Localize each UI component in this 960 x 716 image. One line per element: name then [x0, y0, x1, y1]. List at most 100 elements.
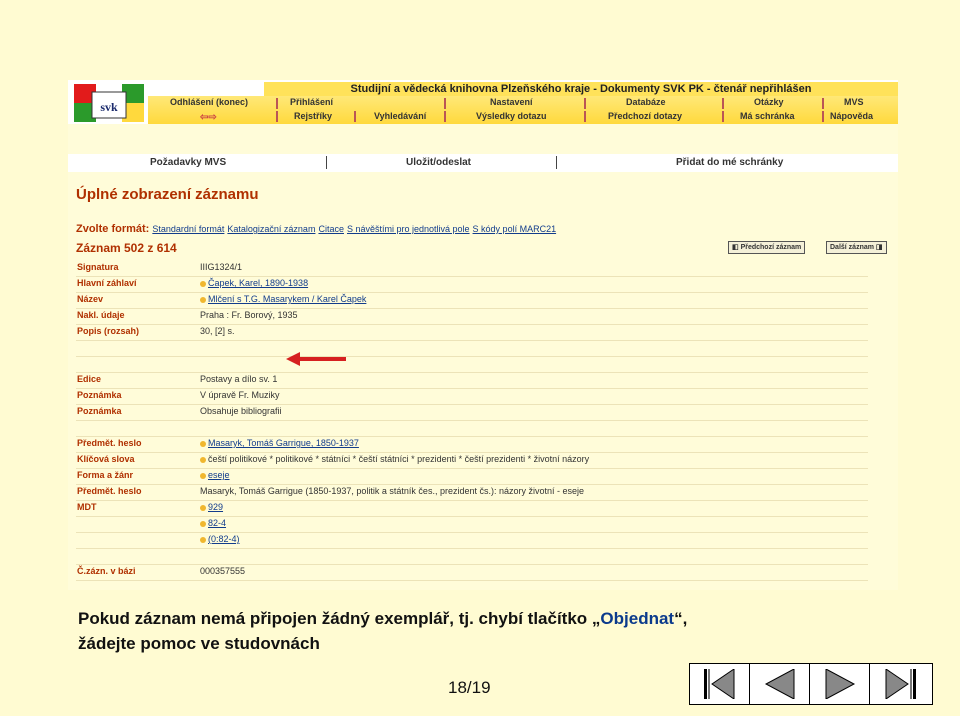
record-field-row: Předmět. heslo Masaryk, Tomáš Garrigue, 1…	[76, 437, 868, 453]
record-field-row: Signatura IIIG1324/1	[76, 261, 868, 277]
field-link[interactable]: 929	[200, 502, 223, 512]
prev-record-button[interactable]: ◧ Předchozí záznam	[728, 241, 806, 254]
nav-settings[interactable]: Nastavení	[490, 97, 533, 107]
page-title: Úplné zobrazení záznamu	[76, 186, 259, 203]
prev-record-label: Předchozí záznam	[740, 244, 802, 251]
field-label: Klíčová slova	[77, 454, 135, 464]
record-field-row	[76, 421, 868, 437]
next-slide-button[interactable]	[810, 664, 870, 704]
field-link[interactable]: (0:82-4)	[200, 534, 240, 544]
nav-mvs[interactable]: MVS	[844, 97, 864, 107]
action-save-send[interactable]: Uložit/odeslat	[406, 157, 471, 168]
browser-screenshot: svk Studijní a vědecká knihovna Plzeňské…	[68, 80, 898, 590]
field-text: Masaryk, Tomáš Garrigue (1850-1937, poli…	[200, 486, 585, 496]
format-catalog[interactable]: Katalogizační záznam	[227, 224, 315, 234]
nav-indexes[interactable]: Rejstříky	[294, 111, 332, 121]
action-add-to-box[interactable]: Přidat do mé schránky	[676, 157, 783, 168]
next-square-icon: ◨	[875, 244, 883, 251]
field-text: Praha : Fr. Borový, 1935	[200, 310, 298, 320]
bullet-dot-icon	[200, 536, 206, 543]
bullet-dot-icon	[200, 280, 206, 287]
field-link[interactable]: 82-4	[200, 518, 226, 528]
field-link[interactable]: eseje	[200, 470, 230, 480]
prev-slide-button[interactable]	[750, 664, 810, 704]
field-label: Poznámka	[77, 406, 122, 416]
field-label: MDT	[77, 502, 97, 512]
field-label: Název	[77, 294, 104, 304]
bullet-dot-icon	[200, 456, 206, 463]
record-field-row: Popis (rozsah) 30, [2] s.	[76, 325, 868, 341]
field-value: Obsahuje bibliografii	[200, 406, 282, 416]
field-value: čeští politikové * politikové * státníci…	[200, 454, 589, 464]
record-field-row: Klíčová slova čeští politikové * politiko…	[76, 453, 868, 469]
format-marc21[interactable]: S kódy polí MARC21	[473, 224, 557, 234]
field-text: Čapek, Karel, 1890-1938	[208, 278, 309, 288]
field-value: IIIG1324/1	[200, 262, 242, 272]
format-labels[interactable]: S návěštími pro jednotlivá pole	[347, 224, 470, 234]
record-field-row: 82-4	[76, 517, 868, 533]
caption-text-b: “,	[674, 609, 688, 628]
field-value: V úpravě Fr. Muziky	[200, 390, 280, 400]
back-forward-arrows-icon[interactable]: ⇦⇨	[200, 112, 217, 123]
field-label: Signatura	[77, 262, 119, 272]
last-slide-button[interactable]	[870, 664, 930, 704]
nav-logout[interactable]: Odhlášení (konec)	[170, 97, 248, 107]
action-mvs-requests[interactable]: Požadavky MVS	[150, 157, 226, 168]
field-value: 000357555	[200, 566, 245, 576]
logo-text: svk	[100, 100, 118, 114]
nav-help[interactable]: Nápověda	[830, 111, 873, 121]
record-field-row: MDT 929	[76, 501, 868, 517]
bullet-dot-icon	[200, 472, 206, 479]
field-link[interactable]: Čapek, Karel, 1890-1938	[200, 278, 308, 288]
nav-previous-queries[interactable]: Předchozí dotazy	[608, 111, 682, 121]
field-value: Praha : Fr. Borový, 1935	[200, 310, 298, 320]
field-text: 929	[208, 502, 224, 512]
slide-controls	[689, 663, 933, 705]
caption-line-2: žádejte pomoc ve studovnách	[78, 634, 320, 653]
format-standard[interactable]: Standardní formát	[152, 224, 224, 234]
field-value: Postavy a dílo sv. 1	[200, 374, 277, 384]
prev-slide-icon	[764, 669, 794, 699]
format-selector: Zvolte formát: Standardní formát Katalogiz…	[76, 223, 559, 235]
caption-line-1: Pokud záznam nemá připojen žádný exemplá…	[78, 606, 687, 631]
nav-my-box[interactable]: Má schránka	[740, 111, 795, 121]
action-bar: Požadavky MVS Uložit/odeslat Přidat do m…	[68, 154, 898, 172]
last-slide-icon	[885, 669, 916, 699]
field-label: Edice	[77, 374, 102, 384]
field-text: 30, [2] s.	[200, 326, 235, 336]
nav-results[interactable]: Výsledky dotazu	[476, 111, 547, 121]
record-field-row	[76, 549, 868, 565]
record-field-row: Forma a žánr eseje	[76, 469, 868, 485]
record-field-row: Nakl. údaje Praha : Fr. Borový, 1935	[76, 309, 868, 325]
nav-databases[interactable]: Databáze	[626, 97, 666, 107]
field-label: Poznámka	[77, 390, 122, 400]
record-field-row: Č.zázn. v bázi 000357555	[76, 565, 868, 581]
bullet-dot-icon	[200, 296, 206, 303]
field-label: Č.zázn. v bázi	[77, 566, 136, 576]
format-citation[interactable]: Citace	[318, 224, 344, 234]
record-field-row	[76, 341, 868, 357]
nav-login[interactable]: Přihlášení	[290, 97, 333, 107]
next-record-button[interactable]: Další záznam ◨	[826, 241, 887, 254]
field-link[interactable]: Masaryk, Tomáš Garrigue, 1850-1937	[200, 438, 359, 448]
field-label: Hlavní záhlaví	[77, 278, 137, 288]
caption-text-a: Pokud záznam nemá připojen žádný exemplá…	[78, 609, 601, 628]
top-banner: svk Studijní a vědecká knihovna Plzeňské…	[68, 80, 898, 124]
svk-logo: svk	[74, 84, 144, 122]
record-field-row: Předmět. heslo Masaryk, Tomáš Garrigue (1…	[76, 485, 868, 501]
record-field-row: (0:82-4)	[76, 533, 868, 549]
first-slide-button[interactable]	[690, 664, 750, 704]
record-field-row: Edice Postavy a dílo sv. 1	[76, 373, 868, 389]
format-label: Zvolte formát:	[76, 223, 150, 235]
main-nav: Odhlášení (konec) ⇦⇨ Přihlášení Rejstřík…	[148, 96, 898, 124]
field-value: 30, [2] s.	[200, 326, 235, 336]
nav-questions[interactable]: Otázky	[754, 97, 784, 107]
field-link[interactable]: Mlčení s T.G. Masarykem / Karel Čapek	[200, 294, 366, 304]
record-field-row: Poznámka Obsahuje bibliografii	[76, 405, 868, 421]
record-counter: Záznam 502 z 614	[76, 241, 177, 255]
slide-caption: Pokud záznam nemá připojen žádný exemplá…	[78, 606, 687, 656]
bullet-dot-icon	[200, 520, 206, 527]
record-field-row: Poznámka V úpravě Fr. Muziky	[76, 389, 868, 405]
field-text: Mlčení s T.G. Masarykem / Karel Čapek	[208, 294, 367, 304]
nav-search[interactable]: Vyhledávání	[374, 111, 426, 121]
